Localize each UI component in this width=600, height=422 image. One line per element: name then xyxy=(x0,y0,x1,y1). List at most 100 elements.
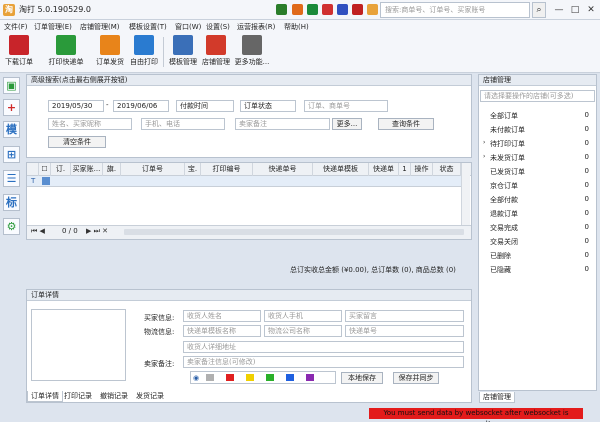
store-item-label[interactable]: 已删除 xyxy=(490,251,511,261)
receiver-name-input[interactable]: 收货人姓名 xyxy=(183,310,261,322)
tag-tool-button[interactable]: 标 xyxy=(3,194,20,211)
column-header[interactable]: ☐ xyxy=(39,163,51,176)
order-status-select[interactable]: 订单状态 xyxy=(240,100,296,112)
download-orders-button[interactable]: 下载订单 xyxy=(4,35,34,71)
local-save-button[interactable]: 本地保存 xyxy=(341,372,383,384)
ship-orders-button[interactable]: 订单发货 xyxy=(93,35,127,71)
expand-icon[interactable]: ⊞ xyxy=(3,146,20,163)
column-header[interactable]: 操作 xyxy=(411,163,433,176)
column-header[interactable]: 买家账... xyxy=(71,163,103,176)
menu-settings[interactable]: 设置(S) xyxy=(206,22,230,32)
store-manage-button[interactable]: 店铺管理 xyxy=(200,35,232,71)
order-number-input[interactable]: 订单、商单号 xyxy=(304,100,388,112)
phone-input[interactable]: 手机、电话 xyxy=(141,118,225,130)
column-header[interactable] xyxy=(27,163,39,176)
column-header[interactable]: 快递单 xyxy=(369,163,399,176)
menu-templates[interactable]: 模板设置(T) xyxy=(129,22,167,32)
column-header[interactable]: 宝. xyxy=(185,163,201,176)
menu-help[interactable]: 帮助(H) xyxy=(284,22,309,32)
store-select[interactable]: 请选择要操作的店铺(可多选) xyxy=(480,90,595,102)
menu-window[interactable]: 窗口(W) xyxy=(175,22,201,32)
tracking-number-input[interactable]: 快递单号 xyxy=(345,325,464,337)
menu-reports[interactable]: 运营报表(R) xyxy=(237,22,275,32)
pager-nav-icons[interactable]: ⏮ ◀ xyxy=(31,227,45,236)
store-item-label[interactable]: 已发货订单 xyxy=(490,167,525,177)
tab-order-detail[interactable]: 订单详情 xyxy=(27,391,63,402)
store-icon[interactable] xyxy=(307,4,318,15)
maximize-icon[interactable]: □ xyxy=(568,3,582,17)
template-tool-button[interactable]: 模 xyxy=(3,121,20,138)
menu-orders[interactable]: 订单管理(E) xyxy=(34,22,72,32)
save-sync-button[interactable]: 保存并同步 xyxy=(393,372,439,384)
receiver-phone-input[interactable]: 收货人手机 xyxy=(264,310,342,322)
add-icon[interactable]: ▣ xyxy=(3,77,20,94)
column-header[interactable]: 订单号 xyxy=(121,163,185,176)
store-item-label[interactable]: 未发货订单 xyxy=(490,153,525,163)
minimize-icon[interactable]: — xyxy=(552,3,566,17)
message-icon[interactable] xyxy=(337,4,348,15)
more-functions-button[interactable]: 更多功能... xyxy=(233,35,271,71)
print-express-button[interactable]: 打印快递单 xyxy=(45,35,87,71)
advanced-search-header[interactable]: 高级搜索(点击最右侧展开按钮) xyxy=(27,75,471,86)
column-header[interactable]: 打印编号 xyxy=(201,163,253,176)
express-template-input[interactable]: 快递单模板名称 xyxy=(183,325,261,337)
user-icon[interactable] xyxy=(276,4,287,15)
buyer-name-input[interactable]: 姓名、买家昵称 xyxy=(48,118,132,130)
column-header[interactable]: 快递单号 xyxy=(253,163,313,176)
tab-store-manage[interactable]: 店铺管理 xyxy=(479,392,515,403)
select-all-checkbox[interactable]: ☐ xyxy=(41,165,47,173)
logistics-company-input[interactable]: 物流公司名称 xyxy=(264,325,342,337)
flag-icon-blue[interactable] xyxy=(286,374,294,381)
radio-icon[interactable]: ◉ xyxy=(193,374,199,382)
chevron-right-icon[interactable]: › xyxy=(483,153,485,160)
receiver-address-input[interactable]: 收货人详细地址 xyxy=(183,341,464,353)
menu-stores[interactable]: 店铺管理(M) xyxy=(80,22,120,32)
template-manage-button[interactable]: 模板管理 xyxy=(167,35,199,71)
column-header[interactable]: 快递单模板 xyxy=(313,163,369,176)
store-item-label[interactable]: 交易完成 xyxy=(490,223,518,233)
column-header[interactable]: 状态 xyxy=(433,163,461,176)
shirt-icon[interactable] xyxy=(322,4,333,15)
flag-icon-gray[interactable] xyxy=(206,374,214,381)
column-header[interactable]: 1 xyxy=(399,163,411,176)
free-print-button[interactable]: 自由打印 xyxy=(128,35,160,71)
gear-icon[interactable]: ⚙ xyxy=(3,218,20,235)
tab-print-log[interactable]: 打印记录 xyxy=(61,391,95,402)
row-checkbox[interactable] xyxy=(42,177,50,185)
seller-note-edit-input[interactable]: 卖家备注信息(可修改) xyxy=(183,356,464,368)
vertical-scrollbar[interactable] xyxy=(461,163,470,225)
seller-note-input[interactable]: 卖家备注 xyxy=(235,118,330,130)
store-item-label[interactable]: 已隐藏 xyxy=(490,265,511,275)
query-button[interactable]: 查询条件 xyxy=(378,118,434,130)
date-to-input[interactable]: 2019/06/06 xyxy=(113,100,169,112)
store-item-label[interactable]: 退款订单 xyxy=(490,209,518,219)
clear-conditions-button[interactable]: 清空条件 xyxy=(48,136,106,148)
tab-cancel-log[interactable]: 撤销记录 xyxy=(97,391,131,402)
store-item-label[interactable]: 待打印订单 xyxy=(490,139,525,149)
close-icon[interactable]: ✕ xyxy=(584,3,598,17)
store-item-label[interactable]: 京仓订单 xyxy=(490,181,518,191)
chevron-right-icon[interactable]: › xyxy=(483,139,485,146)
store-item-label[interactable]: 交易关闭 xyxy=(490,237,518,247)
menu-file[interactable]: 文件(F) xyxy=(4,22,28,32)
column-header[interactable]: 旗. xyxy=(103,163,121,176)
horizontal-scrollbar[interactable] xyxy=(124,229,464,235)
date-from-input[interactable]: 2019/05/30 xyxy=(48,100,104,112)
search-icon[interactable]: ⌕ xyxy=(532,2,546,18)
more-conditions-button[interactable]: 更多... xyxy=(332,118,362,130)
shop-icon[interactable] xyxy=(292,4,303,15)
list-icon[interactable] xyxy=(367,4,378,15)
store-item-label[interactable]: 未付款订单 xyxy=(490,125,525,135)
flag-icon-purple[interactable] xyxy=(306,374,314,381)
pager-nav-icons[interactable]: ▶ ⏭ ✕ xyxy=(86,227,108,236)
time-type-select[interactable]: 付款时间 xyxy=(176,100,234,112)
filter-row[interactable] xyxy=(27,176,461,187)
flag-icon-yellow[interactable] xyxy=(246,374,254,381)
store-item-label[interactable]: 全部付款 xyxy=(490,195,518,205)
column-header[interactable]: 订. xyxy=(51,163,71,176)
store-item-label[interactable]: 全部订单 xyxy=(490,111,518,121)
global-search-input[interactable]: 搜索:商单号、订单号、买家账号 xyxy=(380,2,530,18)
buyer-message-input[interactable]: 买家留言 xyxy=(345,310,464,322)
shuffle-icon[interactable] xyxy=(352,4,363,15)
flag-icon-green[interactable] xyxy=(266,374,274,381)
